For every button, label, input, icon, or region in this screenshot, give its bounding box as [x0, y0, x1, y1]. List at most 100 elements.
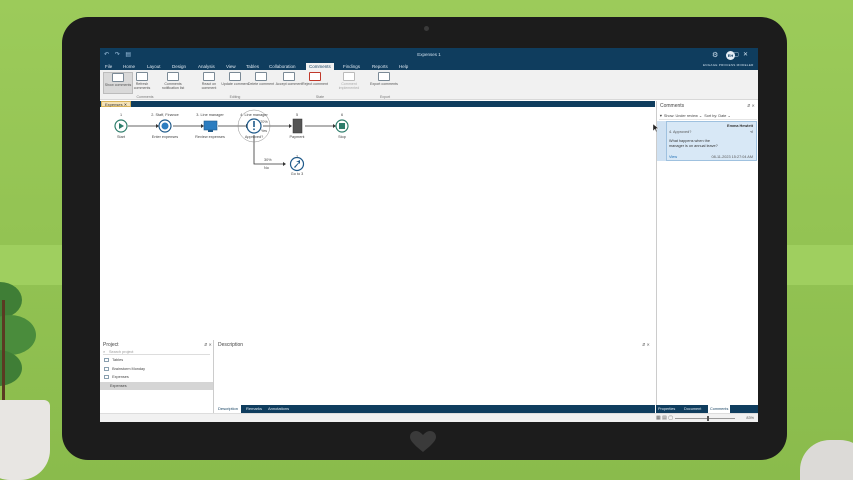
document-icon[interactable]	[292, 118, 303, 134]
export-icon	[378, 72, 390, 81]
mouse-cursor-icon	[653, 124, 659, 132]
tree-item-expenses-selected[interactable]: Expenses	[100, 381, 213, 390]
edit-icon	[229, 72, 241, 81]
tab-description[interactable]: Description	[215, 405, 242, 413]
implemented-icon	[343, 72, 355, 81]
view-link[interactable]: View	[669, 155, 677, 159]
document-icon	[104, 375, 109, 379]
stop-icon	[339, 123, 345, 129]
tab-analysis[interactable]: Analysis	[195, 63, 218, 70]
filter-icon: ▼	[659, 114, 663, 118]
tab-reports[interactable]: Reports	[369, 63, 391, 70]
comment-card[interactable]: Emma Hewlett ⋖ 4. Approved? What happens…	[666, 121, 757, 161]
node-number: 6	[340, 113, 344, 117]
tab-comments-panel[interactable]: Comments	[708, 405, 731, 413]
refresh-comments-button[interactable]: Refresh comments	[127, 72, 157, 94]
status-bar: ▦ ▤ ▢ 83%	[100, 413, 758, 422]
edge-pct-yes: 70%	[260, 120, 268, 124]
screen-icon[interactable]	[203, 120, 218, 131]
tab-tables[interactable]: Tables	[243, 63, 262, 70]
tree-item-label: Tables	[112, 358, 124, 362]
tree-item-tables[interactable]: Tables	[100, 356, 213, 365]
button-label: Comment implemented	[338, 82, 360, 90]
tab-collaboration[interactable]: Collaboration	[266, 63, 299, 70]
search-icon: ⌕	[103, 350, 106, 354]
network-icon[interactable]: ⚙	[712, 51, 718, 59]
tab-home[interactable]: Home	[120, 63, 138, 70]
window-controls[interactable]: –▢✕	[726, 51, 752, 58]
tab-comments[interactable]: Comments	[306, 63, 334, 70]
project-pane: Project ⇵ ✕ ⌕ Search project Tables Brain…	[100, 340, 214, 413]
sort-label: Sort by:	[704, 114, 718, 118]
tab-document[interactable]: Document	[682, 405, 703, 413]
tree-item-brainstorm[interactable]: Brainstorm Monday	[100, 365, 213, 374]
implemented-button[interactable]: Comment implemented	[332, 72, 366, 94]
zoom-handle[interactable]	[707, 416, 709, 421]
tab-annotations[interactable]: Annotations	[265, 405, 292, 413]
title-bar: ↶ ↷ ▤ Expenses 1 ⚙ EH –▢✕	[100, 48, 758, 62]
export-comments-button[interactable]: Export comments	[369, 72, 399, 94]
comment-text: What happens when the manager is on annu…	[669, 139, 718, 148]
button-label: Delete comment	[247, 82, 275, 86]
node-number: 2. Staff, Finance	[151, 113, 179, 117]
notification-list-button[interactable]: Comments notification list	[158, 72, 188, 94]
edge-label-no: No	[264, 166, 269, 170]
camera-icon	[424, 26, 429, 31]
tab-view[interactable]: View	[223, 63, 239, 70]
delete-comment-button[interactable]: Delete comment	[246, 72, 276, 94]
tab-findings[interactable]: Findings	[340, 63, 363, 70]
search-input[interactable]: ⌕ Search project	[103, 349, 210, 355]
node-number: 7	[295, 155, 299, 159]
group-label: Export	[379, 95, 391, 99]
button-label: Refresh comments	[133, 82, 151, 90]
chevron-down-icon: ⌄	[727, 114, 731, 118]
tree-item-label: Expenses	[112, 375, 129, 379]
group-label: Editing	[229, 95, 241, 99]
zoom-slider[interactable]	[675, 418, 735, 419]
menu-bar: File Home Layout Design Analysis View Ta…	[100, 62, 758, 70]
tree-item-label: Brainstorm Monday	[112, 366, 146, 371]
node-number: 3. Line manager	[196, 113, 224, 117]
tab-properties[interactable]: Properties	[656, 405, 677, 413]
pane-controls[interactable]: ⇵ ✕	[642, 342, 650, 347]
node-label: Start	[116, 135, 126, 139]
reject-comment-button[interactable]: Reject comment	[300, 72, 330, 94]
delete-icon	[255, 72, 267, 81]
task-icon	[161, 122, 169, 130]
pane-controls[interactable]: ⇵ ✕	[204, 342, 212, 347]
refresh-icon	[136, 72, 148, 81]
button-label: Export comments	[370, 82, 398, 86]
tab-help[interactable]: Help	[396, 63, 411, 70]
node-label: Enter expenses	[151, 135, 179, 139]
tab-remarks[interactable]: Remarks	[243, 405, 265, 413]
folder-icon	[104, 358, 109, 362]
comment-icon	[112, 73, 124, 82]
view-mode-icons[interactable]: ▦ ▤ ▢	[656, 415, 673, 421]
heart-icon	[410, 431, 436, 452]
comment-filter[interactable]: ▼ Show: Under review ⌄ Sort by: Date ⌄	[659, 112, 757, 120]
side-tabs: Properties Document Comments	[656, 405, 758, 413]
node-number: 1	[119, 113, 123, 117]
show-select[interactable]: Under review	[675, 114, 697, 118]
tab-layout[interactable]: Layout	[144, 63, 164, 70]
flow-diagram[interactable]	[100, 107, 655, 339]
sort-select[interactable]: Date	[718, 114, 726, 118]
check-icon	[283, 72, 295, 81]
pane-controls[interactable]: ⇵ ✕	[747, 103, 755, 108]
button-label: React on comment	[201, 82, 217, 90]
node-label: Review expenses	[195, 135, 225, 139]
node-label: Payment	[289, 135, 305, 139]
show-label: Show:	[663, 114, 675, 118]
tab-design[interactable]: Design	[169, 63, 189, 70]
tree-item-expenses[interactable]: Expenses	[100, 373, 213, 382]
tab-file[interactable]: File	[102, 63, 115, 70]
pane-title: Project	[103, 342, 119, 348]
reply-icon	[203, 72, 215, 81]
node-label: Approved?	[244, 135, 264, 139]
pot-left	[0, 400, 50, 480]
edge-pct-no: 30%	[264, 158, 272, 162]
share-icon[interactable]: ⋖	[750, 129, 753, 134]
button-label: Comments notification list	[161, 82, 185, 90]
brand-label: ENGAGE PROCESS MODELER	[703, 63, 754, 67]
button-label: Accept comment	[275, 82, 303, 86]
